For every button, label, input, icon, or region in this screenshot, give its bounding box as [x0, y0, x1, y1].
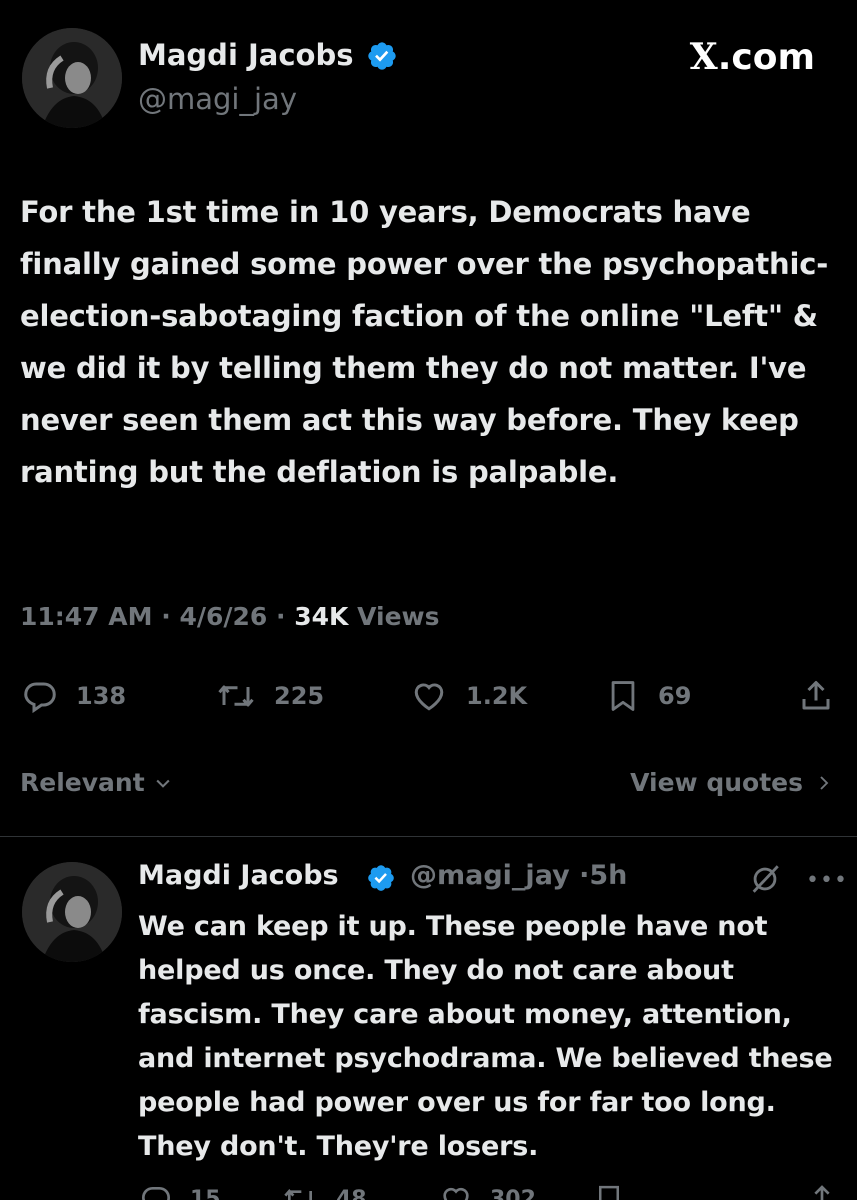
repost-button[interactable]: 225 — [216, 678, 324, 714]
reply-author-name[interactable]: Magdi Jacobs — [138, 860, 339, 891]
avatar-photo — [22, 28, 122, 128]
grok-icon[interactable] — [748, 862, 782, 896]
bookmark-button[interactable]: 69 — [606, 678, 691, 714]
tweet-text: For the 1st time in 10 years, Democrats … — [20, 195, 829, 489]
site-domain: .com — [717, 37, 815, 78]
reply-handle-time: @magi_jay ·5h — [410, 860, 627, 891]
reply-icon — [24, 682, 56, 714]
view-quotes-link[interactable]: View quotes — [630, 768, 833, 797]
reply-actions: 15 48 302 — [0, 1183, 857, 1200]
share-button[interactable] — [798, 678, 834, 714]
sort-dropdown[interactable]: Relevant — [20, 768, 173, 797]
bookmark-count: 69 — [658, 682, 692, 710]
reply-button[interactable]: 138 — [22, 678, 126, 714]
views-label: Views — [357, 602, 440, 631]
like-button[interactable]: 1.2K — [410, 678, 527, 714]
tweet-meta: 11:47 AM · 4/6/26 · 34K Views — [20, 602, 440, 631]
like-count: 1.2K — [466, 682, 528, 710]
reply-time[interactable]: 5h — [589, 860, 627, 891]
reply-text: We can keep it up. These people have not… — [138, 911, 833, 1162]
verified-badge-icon — [368, 865, 394, 891]
meta-separator: · — [161, 602, 180, 631]
reply-button[interactable]: 15 — [140, 1183, 221, 1200]
author-handle[interactable]: @magi_jay — [138, 82, 297, 116]
repost-button[interactable]: 48 — [282, 1183, 367, 1200]
tweet-actions: 138 225 1.2K 69 — [0, 672, 857, 722]
tweet-date[interactable]: 4/6/26 — [179, 602, 267, 631]
bookmark-button[interactable] — [594, 1183, 624, 1200]
reply-count: 138 — [76, 682, 127, 710]
reply-count: 15 — [190, 1186, 221, 1200]
avatar-photo — [22, 862, 122, 962]
repost-count: 225 — [274, 682, 325, 710]
bookmark-icon — [611, 681, 635, 711]
author-avatar[interactable] — [22, 28, 122, 128]
views-count: 34K — [294, 602, 349, 631]
reply-author-avatar[interactable] — [22, 862, 122, 962]
chevron-down-icon — [156, 779, 170, 788]
verified-badge-icon — [368, 42, 396, 70]
share-icon — [802, 681, 830, 710]
author-name[interactable]: Magdi Jacobs — [138, 38, 353, 72]
meta-separator: · — [579, 860, 590, 891]
like-button[interactable]: 302 — [440, 1183, 536, 1200]
divider — [0, 836, 857, 837]
meta-separator: · — [276, 602, 295, 631]
bookmark-icon — [599, 1185, 619, 1200]
site-label: X.com — [690, 36, 815, 78]
more-icon[interactable]: ••• — [806, 868, 848, 893]
reply-author-handle[interactable]: @magi_jay — [410, 860, 570, 891]
like-count: 302 — [490, 1186, 536, 1200]
sort-label: Relevant — [20, 768, 145, 797]
repost-icon — [218, 685, 254, 707]
chevron-right-icon — [820, 775, 829, 790]
like-icon — [443, 1187, 469, 1200]
share-icon — [814, 1185, 830, 1200]
like-icon — [414, 683, 444, 711]
tweet-time[interactable]: 11:47 AM — [20, 602, 153, 631]
x-logo-icon: X — [689, 36, 718, 78]
view-quotes-label: View quotes — [630, 768, 803, 797]
repost-icon — [284, 1188, 312, 1200]
share-button[interactable] — [806, 1183, 838, 1200]
reply-icon — [141, 1187, 171, 1200]
repost-count: 48 — [336, 1186, 367, 1200]
